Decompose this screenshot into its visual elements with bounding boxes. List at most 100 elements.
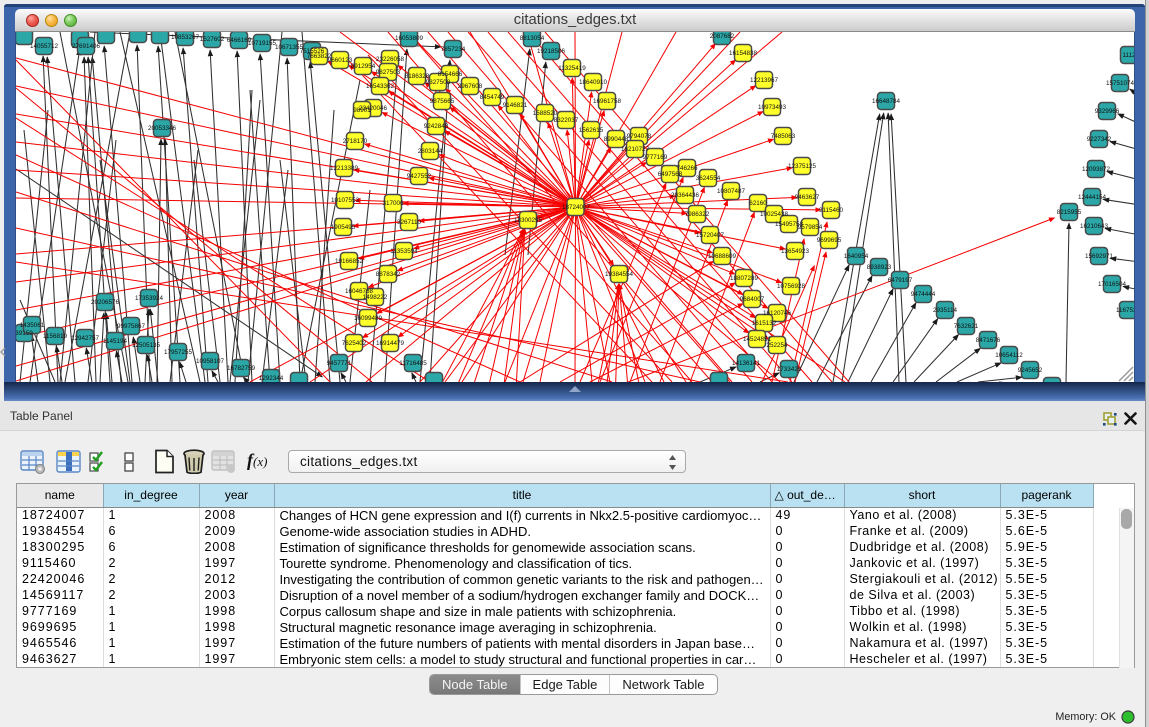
svg-text:9660123: 9660123 [328,57,353,64]
svg-text:10107553: 10107553 [331,197,360,204]
svg-text:15692971: 15692971 [1085,253,1114,260]
svg-text:7485063: 7485063 [771,133,796,140]
svg-text:2935114: 2935114 [933,307,958,314]
svg-text:10654112: 10654112 [995,352,1023,359]
svg-text:12505135: 12505135 [132,342,161,349]
svg-text:2803144: 2803144 [418,148,443,155]
svg-text:9684007: 9684007 [740,296,765,303]
svg-text:16648784: 16648784 [872,98,901,105]
svg-text:7857234: 7857234 [441,46,466,53]
svg-text:10719155: 10719155 [248,40,277,47]
svg-text:16914479: 16914479 [376,340,405,347]
svg-text:18724007: 18724007 [562,204,591,211]
svg-text:23226058: 23226058 [376,56,405,63]
svg-text:9777169: 9777169 [643,154,668,161]
svg-text:16210727: 16210727 [621,146,650,153]
svg-text:7986322: 7986322 [685,211,710,218]
svg-text:18640910: 18640910 [579,79,608,86]
svg-text:6497568: 6497568 [658,171,683,178]
svg-text:8912954: 8912954 [351,63,376,70]
svg-text:16961758: 16961758 [593,98,622,105]
svg-text:2967608: 2967608 [458,83,483,90]
svg-text:20053346: 20053346 [148,125,177,132]
svg-text:12213967: 12213967 [750,77,779,84]
svg-text:9579854: 9579854 [798,224,823,231]
svg-text:9827503: 9827503 [376,69,401,76]
svg-text:18807289: 18807289 [730,275,759,282]
svg-text:8154666: 8154666 [438,71,463,78]
svg-text:1615132: 1615132 [752,320,777,327]
svg-text:13654923: 13654923 [781,248,810,255]
svg-text:8471676: 8471676 [976,337,1001,344]
svg-text:8454749: 8454749 [480,94,505,101]
svg-text:14136141: 14136141 [732,360,761,367]
svg-text:12093872: 12093872 [1082,166,1111,173]
svg-text:9875665: 9875665 [430,98,455,105]
svg-text:1588520: 1588520 [533,110,558,117]
svg-text:8938923: 8938923 [867,264,892,271]
svg-text:16120746: 16120746 [763,310,792,317]
svg-text:1562615: 1562615 [579,127,604,134]
svg-text:2087682: 2087682 [710,33,735,40]
svg-text:9115460: 9115460 [819,207,844,214]
svg-text:1498222: 1498222 [363,294,388,301]
svg-text:19166852: 19166852 [335,258,364,265]
svg-text:10958107: 10958107 [196,358,225,365]
svg-text:9699695: 9699695 [817,237,842,244]
svg-text:11716485: 11716485 [399,360,427,367]
svg-text:16053809: 16053809 [395,35,424,42]
svg-text:1905495: 1905495 [331,224,356,231]
svg-text:11325419: 11325419 [558,65,586,72]
svg-text:2718170: 2718170 [343,138,368,145]
svg-text:1733426: 1733426 [777,366,802,373]
svg-text:8813054: 8813054 [520,35,545,42]
svg-text:9242848: 9242848 [424,123,449,130]
svg-text:9463627: 9463627 [795,194,820,201]
svg-text:252254: 252254 [766,342,788,349]
svg-text:9474444: 9474444 [911,291,936,298]
svg-text:9227342: 9227342 [1087,136,1112,143]
svg-text:17957255: 17957255 [164,349,193,356]
svg-text:10688609: 10688609 [708,253,737,260]
svg-text:1640954: 1640954 [844,253,869,260]
svg-text:9427552: 9427552 [407,173,432,180]
svg-text:9245652: 9245652 [1018,367,1043,374]
svg-text:8990448: 8990448 [604,136,629,143]
svg-text:17016504: 17016504 [1098,281,1127,288]
svg-text:15720407: 15720407 [696,232,725,239]
svg-text:62160: 62160 [749,200,767,207]
svg-text:20364436: 20364436 [671,192,700,199]
svg-text:19384554: 19384554 [605,271,634,278]
svg-text:20206576: 20206576 [91,299,120,306]
svg-text:10807487: 10807487 [717,188,746,195]
svg-text:9327508: 9327508 [426,79,451,86]
svg-text:19218506: 19218506 [537,48,566,55]
svg-text:9457771: 9457771 [327,360,352,367]
svg-text:9146821: 9146821 [503,102,528,109]
svg-text:1292344: 1292344 [259,375,284,382]
svg-text:10973493: 10973493 [758,104,787,111]
svg-text:8322037: 8322037 [554,117,579,124]
svg-text:1145194: 1145194 [103,338,128,345]
svg-text:14055712: 14055712 [30,43,59,50]
svg-text:16099489: 16099489 [354,315,383,322]
svg-text:1156819: 1156819 [43,333,68,340]
svg-text:1112: 1112 [1122,52,1134,59]
svg-text:12375125: 12375125 [788,163,817,170]
svg-text:16543362: 16543362 [366,83,395,90]
svg-text:16154838: 16154838 [729,50,758,57]
svg-text:27691406: 27691406 [72,43,101,50]
svg-text:39159: 39159 [16,330,33,337]
svg-text:1435061: 1435061 [20,322,45,329]
svg-text:7632621: 7632621 [954,323,979,330]
svg-text:12444154: 12444154 [1078,194,1107,201]
svg-text:317006: 317006 [382,200,404,207]
svg-text:17353924: 17353924 [135,295,164,302]
svg-text:7625402: 7625402 [342,340,367,347]
svg-text:8878342: 8878342 [376,271,401,278]
svg-text:8215955: 8215955 [1057,209,1082,216]
svg-text:10853267: 10853267 [171,34,200,41]
svg-text:6479197: 6479197 [888,277,913,284]
svg-text:1167533: 1167533 [1116,307,1134,314]
svg-text:9329966: 9329966 [1095,108,1120,115]
